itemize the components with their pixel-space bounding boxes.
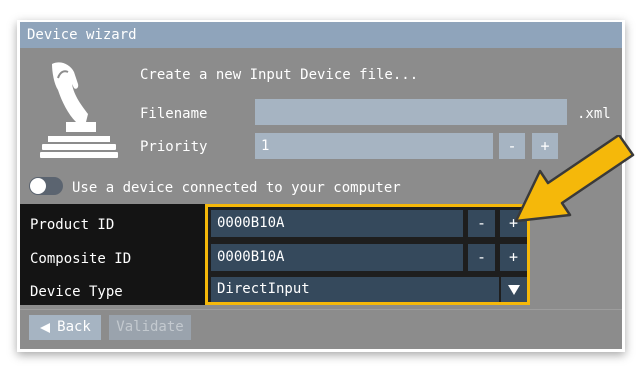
device-fields-highlight: 0000B10A - + 0000B10A - + DirectInput [205,204,530,305]
window-title: Device wizard [20,22,622,48]
back-button[interactable]: Back [29,315,101,340]
device-type-select[interactable]: DirectInput [211,277,499,302]
callout-arrow-icon [514,135,635,223]
back-button-label: Back [57,319,91,335]
priority-input[interactable]: 1 [255,133,493,159]
product-id-decrement-button[interactable]: - [468,210,495,237]
product-id-label: Product ID [30,217,115,233]
composite-id-input[interactable]: 0000B10A [211,244,463,271]
product-id-input[interactable]: 0000B10A [211,210,463,237]
filename-input[interactable] [255,99,567,125]
footer-divider [20,309,622,310]
filename-extension: .xml [577,106,611,122]
connected-device-label: Use a device connected to your computer [72,180,401,196]
connected-device-toggle[interactable] [29,177,63,195]
composite-id-decrement-button[interactable]: - [468,244,495,271]
back-arrow-icon [40,322,51,333]
device-labels-panel: Product ID Composite ID Device Type [20,204,214,305]
device-type-label: Device Type [30,284,123,300]
joystick-icon [40,62,118,158]
composite-id-increment-button[interactable]: + [500,244,527,271]
priority-label: Priority [140,139,208,155]
chevron-down-icon [508,284,520,295]
validate-button[interactable]: Validate [109,315,191,340]
device-type-dropdown-button[interactable] [501,277,527,302]
wizard-heading: Create a new Input Device file... [140,67,419,83]
toggle-knob [30,178,46,194]
composite-id-label: Composite ID [30,251,132,267]
filename-label: Filename [140,106,208,122]
